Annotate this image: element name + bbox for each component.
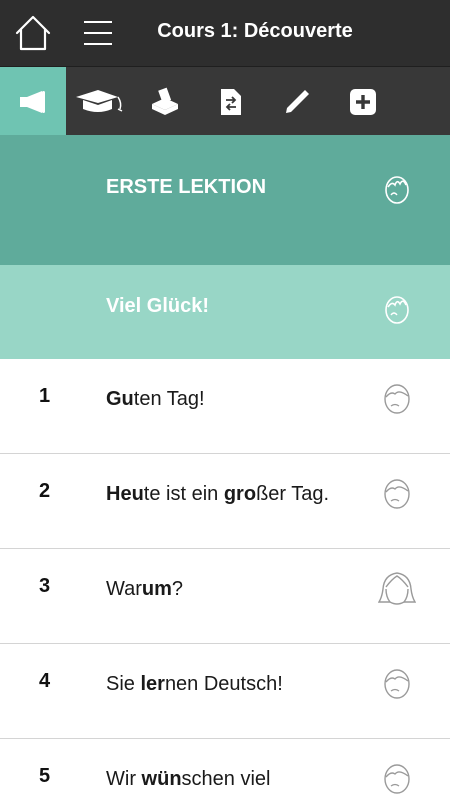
- item-text-part: nen Deutsch!: [164, 673, 283, 695]
- tool-audio[interactable]: [0, 67, 66, 136]
- tool-add[interactable]: [330, 67, 396, 136]
- tool-writing[interactable]: [264, 67, 330, 136]
- tool-translation[interactable]: [198, 67, 264, 136]
- item-text: Wir wünschen viel Vergnügen!: [106, 765, 336, 800]
- list-item[interactable]: 5 Wir wünschen viel Vergnügen!: [0, 739, 450, 800]
- section-title: Viel Glück!: [106, 295, 210, 317]
- top-bar: Cours 1: Découverte: [0, 0, 450, 66]
- item-text-part: wün: [141, 768, 182, 790]
- list-item[interactable]: 2 Heute ist ein großer Tag.: [0, 454, 450, 549]
- toolbar: [0, 66, 450, 136]
- item-text: Warum?: [106, 575, 336, 604]
- item-text: Guten Tag!: [106, 385, 336, 414]
- graduation-cap-icon: [76, 89, 123, 112]
- item-text-part: ßer Tag.: [256, 483, 330, 505]
- page-title: Cours 1: Découverte: [157, 20, 353, 42]
- speaking-face-icon: [385, 176, 409, 204]
- list-item[interactable]: 3 Warum?: [0, 549, 450, 644]
- face-icon[interactable]: [383, 763, 411, 795]
- item-text-part: um: [141, 578, 172, 600]
- section-title: ERSTE LEKTION: [106, 176, 267, 198]
- menu-line: [84, 43, 112, 45]
- tool-exercise[interactable]: [132, 67, 198, 136]
- home-icon: [15, 15, 51, 51]
- item-text-part: ?: [171, 578, 184, 600]
- menu-button[interactable]: [84, 21, 114, 47]
- pen-icon: [286, 89, 309, 113]
- item-number: 5: [39, 765, 51, 787]
- item-number: 3: [39, 575, 51, 597]
- ballot-box-icon: [152, 87, 178, 115]
- item-text: Sie lernen Deutsch!: [106, 670, 336, 699]
- tool-lesson[interactable]: [66, 67, 132, 136]
- face-icon[interactable]: [383, 478, 411, 510]
- item-text-part: Heu: [106, 483, 144, 505]
- item-text-part: gro: [223, 483, 257, 505]
- menu-line: [84, 32, 112, 34]
- section-header[interactable]: ERSTE LEKTION: [0, 135, 450, 265]
- speaking-face-icon: [385, 296, 409, 324]
- woman-face-icon[interactable]: [378, 571, 416, 605]
- item-text-part: Sie: [106, 673, 141, 695]
- item-text: Heute ist ein großer Tag.: [106, 480, 336, 509]
- face-icon[interactable]: [383, 668, 411, 700]
- list-item[interactable]: 1 Guten Tag!: [0, 359, 450, 454]
- document-swap-icon: [221, 88, 241, 115]
- item-text-part: Wir: [106, 768, 142, 790]
- face-icon[interactable]: [383, 383, 411, 415]
- item-number: 2: [39, 480, 51, 502]
- item-text-part: ler: [140, 673, 165, 695]
- megaphone-icon: [20, 90, 45, 113]
- home-button[interactable]: [14, 14, 52, 52]
- item-text-part: ten Tag!: [133, 388, 205, 410]
- plus-icon: [350, 88, 376, 115]
- list-item[interactable]: 4 Sie lernen Deutsch!: [0, 644, 450, 739]
- item-number: 1: [39, 385, 51, 407]
- section-subheader[interactable]: Viel Glück!: [0, 265, 450, 359]
- item-number: 4: [39, 670, 51, 692]
- item-text-part: Gu: [106, 388, 134, 410]
- item-text-part: War: [106, 578, 142, 600]
- menu-line: [84, 21, 112, 23]
- item-text-part: te ist ein: [143, 483, 224, 505]
